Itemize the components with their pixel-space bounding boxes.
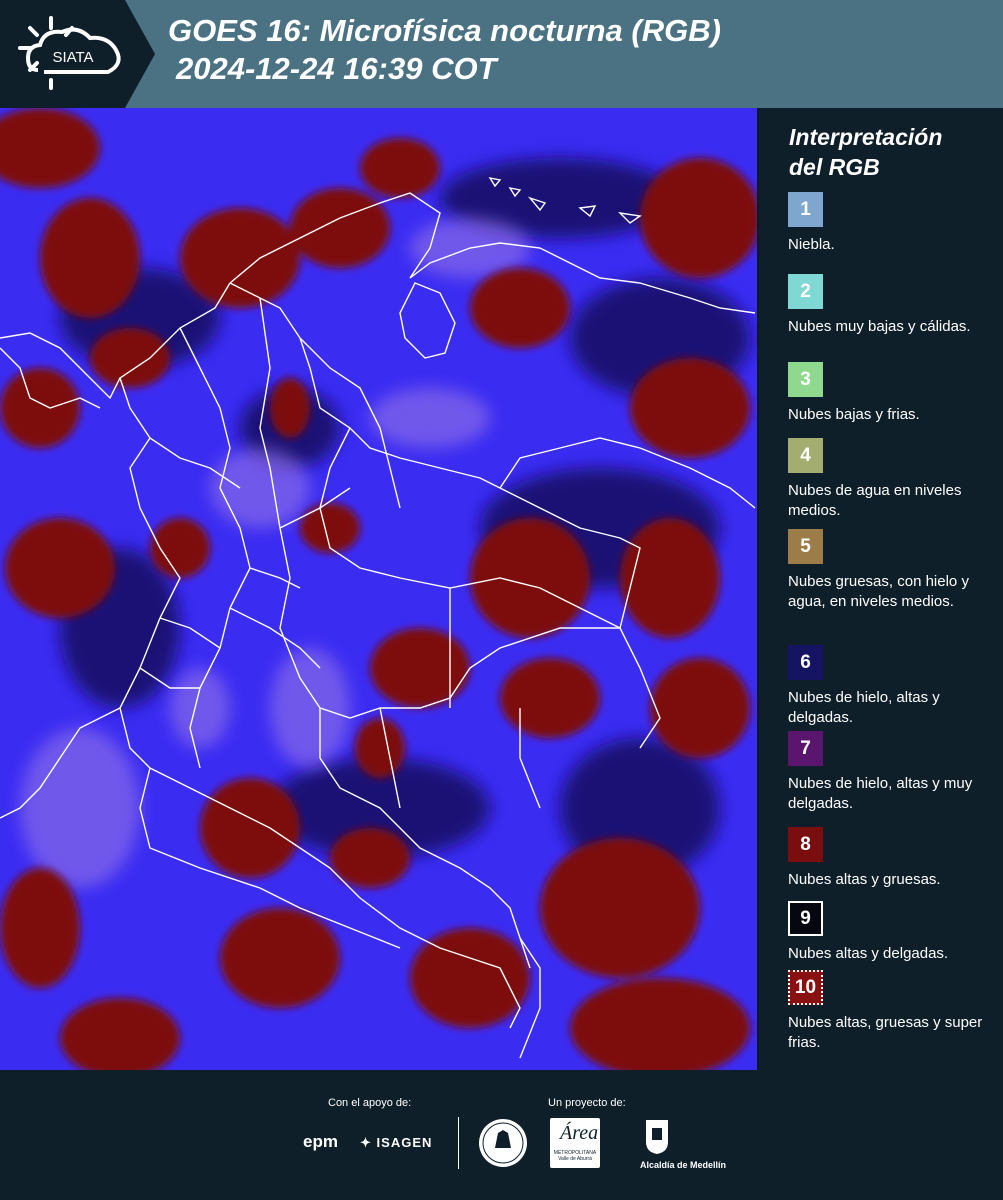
legend-item-5: 5 Nubes gruesas, con hielo y agua, en niv… (788, 529, 998, 612)
legend-label: Nubes de hielo, altas y delgadas. (788, 689, 940, 726)
legend-item-7: 7 Nubes de hielo, altas y muy delgadas. (788, 731, 998, 814)
legend-label: Nubes altas y delgadas. (788, 945, 949, 962)
legend-item-4: 4 Nubes de agua en niveles medios. (788, 438, 998, 521)
medellin-shield-icon (646, 1120, 668, 1154)
title-product: GOES 16: Microfísica nocturna (RGB) (168, 13, 721, 48)
legend-swatch: 9 (788, 901, 823, 936)
isagen-logo: ✦ ISAGEN (360, 1135, 432, 1151)
legend-title-line2: del RGB (789, 154, 880, 180)
legend-label: Nubes muy bajas y cálidas. (788, 318, 971, 335)
medellin-label: Alcaldía de Medellín (640, 1160, 727, 1170)
legend-label: Nubes bajas y frias. (788, 406, 920, 423)
legend-swatch: 1 (788, 192, 823, 227)
legend-label: Nubes altas y gruesas. (788, 871, 941, 888)
rgb-composite-image (0, 108, 757, 1070)
support-label: Con el apoyo de: (328, 1097, 412, 1109)
footer: Con el apoyo de: Un proyecto de: epm ✦ I… (0, 1070, 1003, 1200)
legend-panel: Interpretación del RGB 1 Niebla. 2 Nubes mu… (761, 108, 1003, 1070)
legend-title-line1: Interpretación (789, 124, 943, 150)
satellite-map (0, 108, 759, 1070)
logo-panel-shape: SIATA (0, 0, 155, 108)
legend-swatch: 8 (788, 827, 823, 862)
svg-text:SIATA: SIATA (52, 49, 93, 66)
legend-swatch: 2 (788, 274, 823, 309)
legend-title: Interpretación del RGB (789, 122, 942, 182)
legend-label: Nubes de hielo, altas y muy delgadas. (788, 775, 973, 812)
legend-item-8: 8 Nubes altas y gruesas. (788, 827, 998, 890)
legend-label: Niebla. (788, 236, 835, 253)
area-logo-text: Área (560, 1122, 599, 1144)
legend-item-10: 10 Nubes altas, gruesas y super frias. (788, 970, 998, 1053)
legend-item-6: 6 Nubes de hielo, altas y delgadas. (788, 645, 998, 728)
legend-label: Nubes gruesas, con hielo y agua, en nive… (788, 573, 969, 610)
isagen-star-icon: ✦ (360, 1135, 372, 1150)
siata-logo: SIATA (0, 0, 155, 108)
legend-label: Nubes altas, gruesas y super frias. (788, 1014, 983, 1051)
legend-swatch: 5 (788, 529, 823, 564)
legend-item-1: 1 Niebla. (788, 192, 998, 255)
page-title: GOES 16: Microfísica nocturna (RGB) 2024… (168, 12, 721, 88)
legend-label: Nubes de agua en niveles medios. (788, 482, 962, 519)
legend-swatch: 10 (788, 970, 823, 1005)
isagen-label: ISAGEN (376, 1135, 433, 1150)
legend-item-9: 9 Nubes altas y delgadas. (788, 901, 998, 964)
header-bar: SIATA GOES 16: Microfísica nocturna (RGB… (0, 0, 1003, 108)
legend-swatch: 3 (788, 362, 823, 397)
legend-swatch: 4 (788, 438, 823, 473)
area-metropolitana-logo: Área METROPOLITANA Valle de Aburrá (550, 1118, 600, 1168)
legend-swatch: 6 (788, 645, 823, 680)
epm-logo: epm (303, 1132, 338, 1151)
project-label: Un proyecto de: (548, 1097, 626, 1109)
seal-icon (479, 1119, 527, 1167)
legend-swatch: 7 (788, 731, 823, 766)
title-datetime: 2024-12-24 16:39 COT (176, 51, 497, 86)
legend-item-2: 2 Nubes muy bajas y cálidas. (788, 274, 998, 337)
legend-item-3: 3 Nubes bajas y frias. (788, 362, 998, 425)
footer-divider (458, 1117, 459, 1169)
area-logo-subtitle: METROPOLITANA Valle de Aburrá (553, 1150, 597, 1162)
